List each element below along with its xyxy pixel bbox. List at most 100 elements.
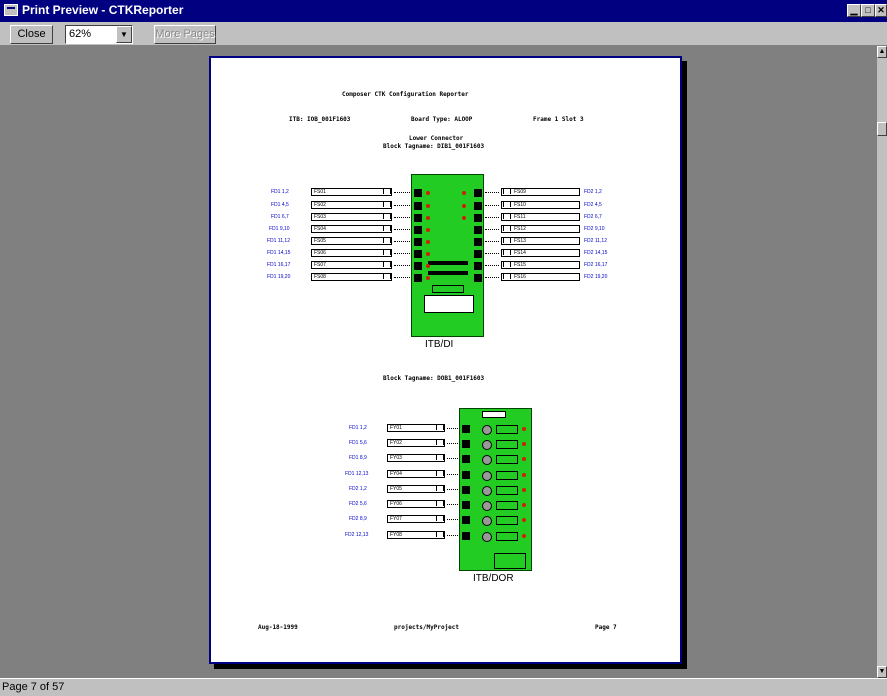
board-terminal	[494, 553, 526, 569]
led-icon	[522, 534, 526, 538]
wire	[394, 192, 410, 193]
terminal-block	[462, 516, 470, 524]
board-slot	[428, 261, 468, 265]
field-device-box: FS05	[311, 237, 392, 245]
terminal-icon	[436, 455, 444, 460]
wire	[394, 241, 410, 242]
field-device-box: FS13	[501, 237, 580, 245]
pin-label: FD2 9,10	[584, 226, 605, 232]
scroll-thumb[interactable]	[877, 122, 887, 136]
zoom-select[interactable]: 62% ▼	[65, 25, 133, 44]
led-icon	[426, 228, 430, 232]
scroll-up-icon[interactable]: ▲	[877, 46, 887, 58]
terminal-icon	[503, 250, 511, 255]
pin-label: FD1 4,5	[271, 202, 289, 208]
board-slot	[428, 271, 468, 275]
pin-label: FD1 11,12	[267, 238, 290, 244]
pin-label: FD2 1,2	[349, 486, 367, 492]
terminal-block	[462, 455, 470, 463]
pin-label: FD1 8,9	[349, 455, 367, 461]
terminal-icon	[503, 226, 511, 231]
terminal-block	[462, 471, 470, 479]
pin-label: FD1 12,13	[345, 471, 369, 477]
scroll-down-icon[interactable]: ▼	[877, 666, 887, 678]
relay-block	[496, 455, 518, 464]
field-device-box: FS04	[311, 225, 392, 233]
field-device-box: FS12	[501, 225, 580, 233]
vertical-scrollbar[interactable]: ▲ ▼	[877, 46, 887, 678]
footer-path: projects/MyProject	[394, 624, 460, 631]
block1-tagname: Block Tagname: DIB1_001F1603	[383, 143, 485, 150]
wire	[447, 474, 458, 475]
preview-viewport[interactable]: Composer CTK Configuration Reporter ITB:…	[0, 46, 877, 678]
terminal-block	[414, 226, 422, 234]
field-device-box: FS10	[501, 201, 580, 209]
board2-caption: ITB/DOR	[473, 573, 514, 584]
window-title: Print Preview - CTKReporter	[22, 3, 184, 17]
led-icon	[522, 427, 526, 431]
led-icon	[462, 204, 466, 208]
terminal-block	[462, 486, 470, 494]
status-bar: Page 7 of 57	[0, 678, 887, 696]
pin-label: FD2 11,12	[584, 238, 607, 244]
wire	[447, 504, 458, 505]
field-device-box: FS07	[311, 261, 392, 269]
block2-tagname: Block Tagname: DOB1_001F1603	[383, 375, 485, 382]
wire	[447, 428, 458, 429]
relay-icon	[482, 501, 492, 511]
pin-label: FD1 9,10	[269, 226, 290, 232]
terminal-block	[474, 214, 482, 222]
pin-label: FD1 5,6	[349, 440, 367, 446]
close-window-button[interactable]: ✕	[875, 4, 887, 17]
pin-label: FD1 1,2	[349, 425, 367, 431]
led-icon	[522, 457, 526, 461]
field-device-box: FS11	[501, 213, 580, 221]
terminal-icon	[436, 425, 444, 430]
wire	[485, 205, 499, 206]
maximize-button[interactable]: □	[861, 4, 875, 17]
terminal-block	[462, 501, 470, 509]
board-label-plate	[424, 295, 474, 313]
pin-label: FD2 4,5	[584, 202, 602, 208]
chevron-down-icon[interactable]: ▼	[116, 26, 132, 43]
pin-label: FD2 5,6	[349, 501, 367, 507]
relay-icon	[482, 516, 492, 526]
pin-label: FD1 6,7	[271, 214, 289, 220]
wire	[394, 217, 410, 218]
relay-icon	[482, 471, 492, 481]
zoom-value: 62%	[69, 28, 92, 40]
terminal-icon	[436, 501, 444, 506]
led-icon	[426, 216, 430, 220]
connector-label: Lower Connector	[409, 135, 464, 142]
led-icon	[462, 191, 466, 195]
report-page: Composer CTK Configuration Reporter ITB:…	[209, 56, 682, 664]
terminal-icon	[503, 238, 511, 243]
field-device-box: FS08	[311, 273, 392, 281]
close-button[interactable]: Close	[10, 25, 53, 44]
board-connector	[482, 411, 506, 418]
pin-label: FD2 1,2	[584, 189, 602, 195]
board1-caption: ITB/DI	[425, 339, 454, 350]
terminal-icon	[436, 532, 444, 537]
terminal-block	[414, 262, 422, 270]
terminal-block	[474, 262, 482, 270]
led-icon	[522, 442, 526, 446]
pin-label: FD2 8,9	[349, 516, 367, 522]
pin-label: FD2 19,20	[584, 274, 608, 280]
relay-block	[496, 440, 518, 449]
footer-page: Page 7	[595, 624, 617, 631]
minimize-button[interactable]: ▁	[847, 4, 861, 17]
led-icon	[522, 473, 526, 477]
wire	[447, 489, 458, 490]
led-icon	[426, 264, 430, 268]
more-pages-button[interactable]: More Pages	[154, 25, 216, 44]
field-device-box: FS03	[311, 213, 392, 221]
pin-label: FD2 6,7	[584, 214, 602, 220]
board-connector	[432, 285, 464, 293]
footer-date: Aug-18-1999	[258, 624, 298, 631]
wire	[485, 253, 499, 254]
field-device-box: FS16	[501, 273, 580, 281]
terminal-block	[474, 238, 482, 246]
relay-block	[496, 501, 518, 510]
led-icon	[522, 518, 526, 522]
